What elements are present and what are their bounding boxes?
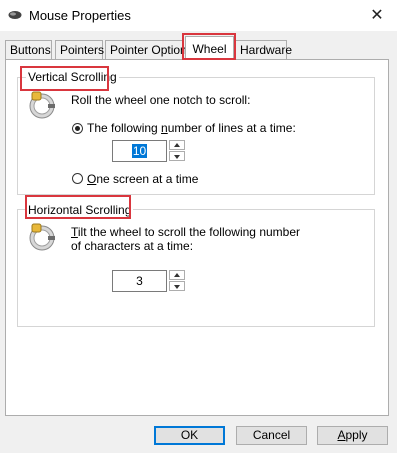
horizontal-description-line2: of characters at a time:: [71, 239, 194, 253]
lines-increment-button[interactable]: [169, 140, 185, 150]
title-bar: Mouse Properties ✕: [0, 0, 397, 31]
mouse-wheel-icon: [29, 91, 55, 119]
screen-radio[interactable]: [72, 173, 83, 184]
tab-wheel[interactable]: Wheel: [185, 36, 234, 60]
mouse-icon: [8, 11, 22, 19]
label-accelerator: T: [71, 225, 78, 239]
tab-label: Hardware: [240, 43, 293, 57]
label-part: umber of lines at a time:: [167, 121, 296, 135]
apply-button[interactable]: Apply: [317, 426, 388, 445]
lines-radio[interactable]: [72, 123, 83, 134]
lines-value: 10: [131, 144, 148, 158]
horizontal-description-line1: Tilt the wheel to scroll the following n…: [71, 225, 300, 239]
tab-pointers[interactable]: Pointers: [55, 40, 105, 59]
tab-buttons[interactable]: Buttons: [5, 40, 52, 59]
label-accelerator: A: [337, 428, 346, 442]
ok-button[interactable]: OK: [154, 426, 225, 445]
window-title: Mouse Properties: [29, 8, 131, 23]
vertical-description: Roll the wheel one notch to scroll:: [71, 93, 251, 107]
close-button[interactable]: ✕: [357, 0, 397, 31]
lines-input[interactable]: 10: [112, 140, 167, 162]
cancel-button[interactable]: Cancel: [236, 426, 307, 445]
label-part: ilt the wheel to scroll the following nu…: [77, 225, 301, 239]
tab-label: Pointer Options: [110, 43, 193, 57]
tab-hardware[interactable]: Hardware: [235, 40, 292, 59]
label-accelerator: n: [161, 121, 168, 135]
label-part: pply: [345, 428, 368, 442]
tab-pointer-options[interactable]: Pointer Options: [105, 40, 193, 59]
vertical-scrolling-title: Vertical Scrolling: [26, 70, 119, 84]
lines-decrement-button[interactable]: [169, 151, 185, 161]
tab-label: Wheel: [192, 42, 227, 56]
lines-radio-label[interactable]: The following number of lines at a time:: [87, 121, 296, 135]
mouse-tilt-icon: [29, 223, 55, 251]
label-part: The following: [87, 121, 162, 135]
tab-label: Buttons: [10, 43, 51, 57]
chars-input[interactable]: 3: [112, 270, 167, 292]
close-icon: ✕: [370, 7, 384, 24]
screen-radio-label[interactable]: One screen at a time: [87, 172, 198, 186]
tab-label: Pointers: [60, 43, 105, 57]
chars-value: 3: [136, 274, 143, 288]
arrow-down-icon: [174, 285, 180, 289]
horizontal-scrolling-title: Horizontal Scrolling: [26, 203, 134, 217]
arrow-up-icon: [174, 143, 180, 147]
chars-decrement-button[interactable]: [169, 281, 185, 291]
arrow-down-icon: [174, 155, 180, 159]
chars-increment-button[interactable]: [169, 270, 185, 280]
arrow-up-icon: [174, 273, 180, 277]
label-part: ne screen at a time: [96, 172, 199, 186]
label-accelerator: O: [87, 172, 97, 186]
